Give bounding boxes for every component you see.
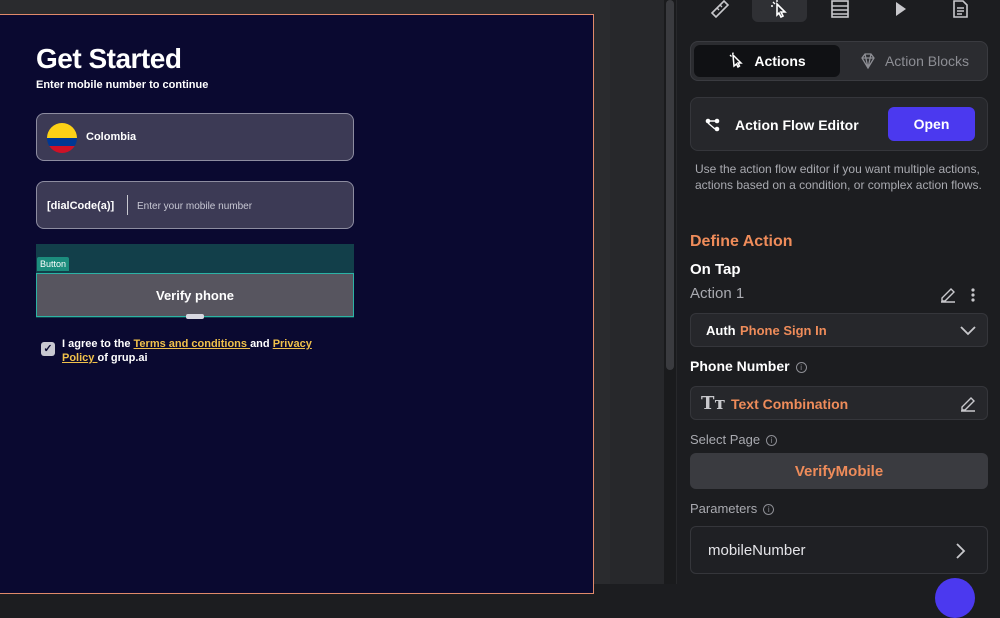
phone-frame: Get Started Enter mobile number to conti… (0, 14, 594, 594)
flow-editor-title: Action Flow Editor (735, 117, 859, 133)
actions-icon (729, 52, 744, 69)
phone-number-value-field[interactable]: Tт Text Combination (690, 386, 988, 420)
widget-type-tag: Button (37, 257, 70, 271)
document-icon[interactable] (932, 0, 987, 22)
resize-handle[interactable] (186, 314, 204, 319)
table-icon[interactable] (812, 0, 867, 22)
action-type-value: Phone Sign In (740, 323, 827, 338)
edit-icon[interactable] (959, 395, 977, 413)
text-combination-value: Text Combination (731, 396, 849, 412)
page-subtitle: Enter mobile number to continue (36, 79, 209, 91)
more-vertical-icon[interactable] (970, 286, 976, 304)
text-type-icon: Tт (701, 393, 726, 414)
info-icon[interactable]: i (763, 504, 775, 515)
select-page-label: Select Page i (690, 432, 778, 447)
selected-button-wrapper: Button Verify phone (36, 244, 354, 319)
select-page-label-text: Select Page (690, 432, 761, 447)
flow-nodes-icon (705, 118, 720, 132)
phone-number-label-text: Phone Number (690, 358, 790, 374)
select-page-button[interactable]: VerifyMobile (690, 453, 988, 489)
chevron-right-icon (956, 543, 966, 559)
tab-actions-label: Actions (754, 53, 806, 69)
dial-code-label: [dialCode(a)] (47, 200, 115, 212)
ruler-icon[interactable] (692, 0, 747, 22)
parameters-label: Parameters i (690, 501, 775, 516)
floating-action-button[interactable] (935, 578, 975, 618)
on-tap-label: On Tap (690, 261, 741, 278)
colombia-flag-icon (47, 123, 77, 153)
scrollbar-thumb[interactable] (666, 0, 674, 370)
actions-segment-control: Actions Action Blocks (690, 41, 988, 81)
mobile-number-field[interactable]: [dialCode(a)] (36, 181, 354, 229)
agree-suffix: of grup.ai (97, 352, 148, 364)
phone-number-label: Phone Number i (690, 358, 807, 374)
country-selector[interactable]: Colombia (36, 113, 354, 161)
parameter-row[interactable]: mobileNumber (690, 526, 988, 574)
tab-action-blocks-label: Action Blocks (884, 53, 970, 69)
diamond-icon (861, 53, 875, 70)
action-category: Auth (706, 323, 736, 338)
agree-and: and (250, 338, 273, 350)
page-title: Get Started (36, 43, 182, 74)
info-icon[interactable]: i (766, 435, 778, 446)
tab-action-blocks[interactable]: Action Blocks (843, 45, 985, 77)
edit-icon[interactable] (939, 286, 957, 304)
agree-text: I agree to the Terms and conditions and … (62, 337, 337, 365)
parameter-name: mobileNumber (708, 542, 806, 559)
country-label: Colombia (86, 131, 137, 143)
mobile-number-input[interactable] (137, 196, 337, 216)
action-flow-editor-card: Action Flow Editor Open (690, 97, 988, 151)
panel-scrollbar[interactable] (664, 0, 676, 584)
pointer-click-icon[interactable] (752, 0, 807, 22)
play-icon[interactable] (872, 0, 927, 22)
properties-panel: Actions Action Blocks Action Flow Editor… (677, 0, 1000, 584)
verify-phone-button[interactable]: Verify phone (36, 273, 354, 317)
panel-top-tabs (677, 0, 1000, 24)
parameters-label-text: Parameters (690, 501, 758, 516)
agree-prefix: I agree to the (62, 338, 134, 350)
info-icon[interactable]: i (795, 362, 807, 373)
chevron-down-icon (960, 326, 976, 336)
open-flow-editor-button[interactable]: Open (888, 107, 975, 141)
design-canvas: Get Started Enter mobile number to conti… (0, 0, 610, 594)
flow-editor-help-text: Use the action flow editor if you want m… (695, 162, 982, 192)
define-action-heading: Define Action (690, 233, 793, 250)
agree-checkbox[interactable]: ✓ (41, 342, 55, 356)
tab-actions[interactable]: Actions (694, 45, 840, 77)
action-type-dropdown[interactable]: Auth Phone Sign In (690, 313, 988, 347)
action-1-label: Action 1 (690, 285, 745, 302)
field-divider (127, 195, 128, 215)
terms-link[interactable]: Terms and conditions (134, 338, 251, 350)
